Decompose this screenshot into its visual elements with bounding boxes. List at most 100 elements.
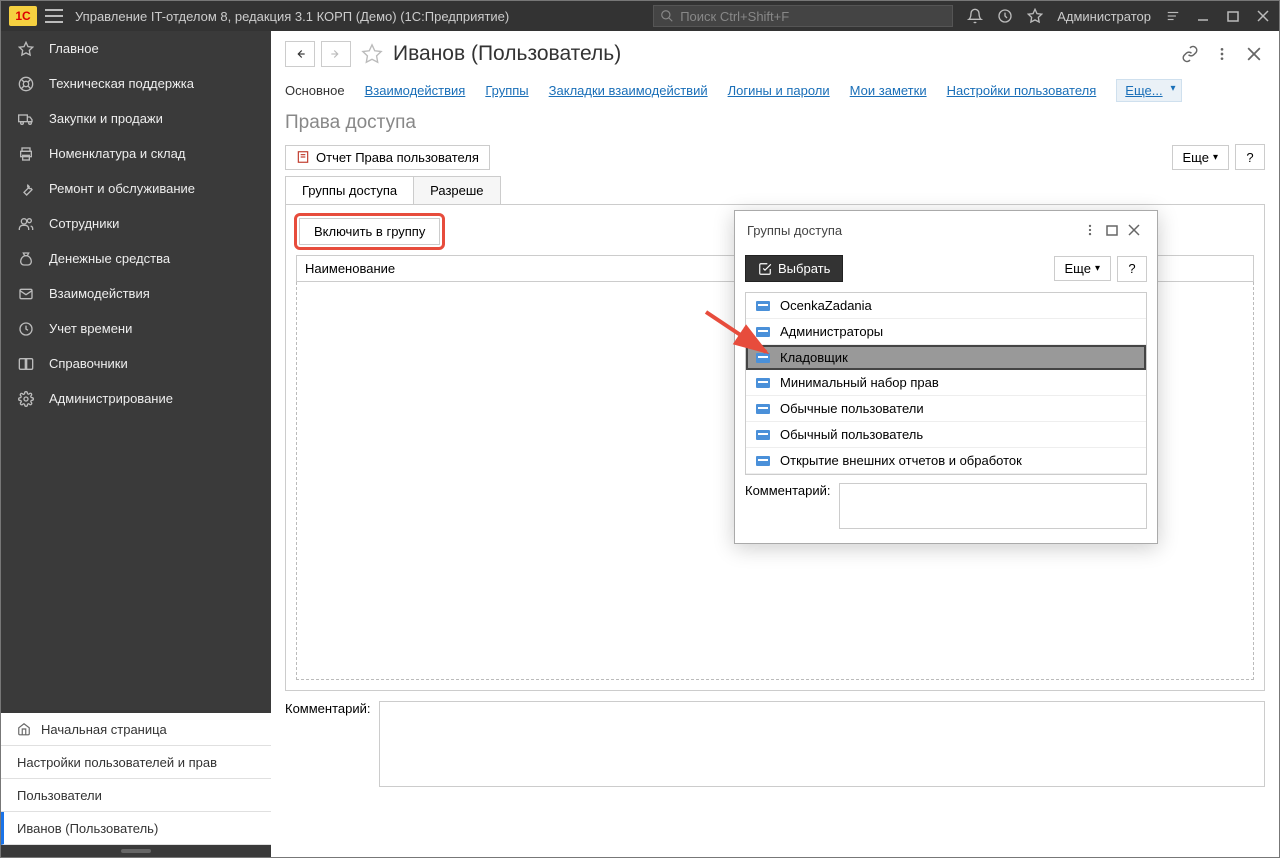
sidebar-item-7[interactable]: Взаимодействия bbox=[1, 276, 271, 311]
more-button[interactable]: Еще▾ bbox=[1172, 145, 1229, 170]
group-icon bbox=[756, 353, 770, 363]
page-toolbar: Иванов (Пользователь) bbox=[271, 31, 1279, 77]
moneybag-icon bbox=[17, 250, 35, 268]
maximize-icon[interactable] bbox=[1225, 8, 1241, 24]
dialog-help-button[interactable]: ? bbox=[1117, 256, 1147, 282]
wrench-icon bbox=[17, 180, 35, 198]
sidebar-item-8[interactable]: Учет времени bbox=[1, 311, 271, 346]
global-search[interactable]: Поиск Ctrl+Shift+F bbox=[653, 5, 953, 27]
sidebar-bottom-2[interactable]: Пользователи bbox=[1, 779, 271, 812]
nav-label: Администрирование bbox=[49, 391, 173, 406]
dialog-title: Группы доступа bbox=[747, 223, 1079, 238]
printer-icon bbox=[17, 145, 35, 163]
nav-label: Техническая поддержка bbox=[49, 76, 194, 91]
home-icon bbox=[17, 722, 31, 736]
dialog-more-button[interactable]: Еще▾ bbox=[1054, 256, 1111, 281]
dialog-maximize-icon[interactable] bbox=[1101, 219, 1123, 241]
user-name[interactable]: Администратор bbox=[1057, 9, 1151, 24]
nav-label: Главное bbox=[49, 41, 99, 56]
sidebar-bottom-3[interactable]: Иванов (Пользователь) bbox=[1, 812, 271, 845]
menu-icon[interactable] bbox=[45, 9, 63, 23]
app-title: Управление IT-отделом 8, редакция 3.1 КО… bbox=[75, 9, 509, 24]
subnav-1[interactable]: Взаимодействия bbox=[365, 83, 466, 98]
sidebar-item-0[interactable]: Главное bbox=[1, 31, 271, 66]
nav-label: Взаимодействия bbox=[49, 286, 150, 301]
report-icon bbox=[296, 150, 310, 164]
group-row-0[interactable]: OcenkaZadania bbox=[746, 293, 1146, 319]
group-icon bbox=[756, 378, 770, 388]
group-row-3[interactable]: Минимальный набор прав bbox=[746, 370, 1146, 396]
dialog-comment-textarea[interactable] bbox=[839, 483, 1148, 529]
section-title: Права доступа bbox=[271, 112, 1279, 142]
dialog-comment-label: Комментарий: bbox=[745, 483, 831, 498]
report-button[interactable]: Отчет Права пользователя bbox=[285, 145, 490, 170]
sidebar-resize-grip[interactable] bbox=[1, 845, 271, 857]
close-icon[interactable] bbox=[1255, 8, 1271, 24]
subnav-more[interactable]: Еще... bbox=[1116, 79, 1181, 102]
back-button[interactable] bbox=[285, 41, 315, 67]
subnav-4[interactable]: Логины и пароли bbox=[728, 83, 830, 98]
bell-icon[interactable] bbox=[967, 8, 983, 24]
gear-icon bbox=[17, 390, 35, 408]
sidebar-item-3[interactable]: Номенклатура и склад bbox=[1, 136, 271, 171]
star-icon[interactable] bbox=[1027, 8, 1043, 24]
nav-label: Денежные средства bbox=[49, 251, 170, 266]
group-icon bbox=[756, 327, 770, 337]
envelope-icon bbox=[17, 285, 35, 303]
group-icon bbox=[756, 301, 770, 311]
sidebar-item-10[interactable]: Администрирование bbox=[1, 381, 271, 416]
highlight-annotation: Включить в группу bbox=[294, 213, 445, 250]
forward-button[interactable] bbox=[321, 41, 351, 67]
group-row-5[interactable]: Обычный пользователь bbox=[746, 422, 1146, 448]
subnav-2[interactable]: Группы bbox=[485, 83, 528, 98]
group-row-1[interactable]: Администраторы bbox=[746, 319, 1146, 345]
sidebar-item-9[interactable]: Справочники bbox=[1, 346, 271, 381]
clock-icon bbox=[17, 320, 35, 338]
groups-dialog: Группы доступа Выбрать Еще▾ ? OcenkaZada… bbox=[734, 210, 1158, 544]
group-row-2[interactable]: Кладовщик bbox=[746, 345, 1146, 370]
minimize-icon[interactable] bbox=[1195, 8, 1211, 24]
favorite-star-icon[interactable] bbox=[361, 43, 383, 65]
subnav-5[interactable]: Мои заметки bbox=[850, 83, 927, 98]
report-button-label: Отчет Права пользователя bbox=[316, 150, 479, 165]
link-icon[interactable] bbox=[1179, 43, 1201, 65]
sidebar-item-5[interactable]: Сотрудники bbox=[1, 206, 271, 241]
group-row-4[interactable]: Обычные пользователи bbox=[746, 396, 1146, 422]
titlebar: 1C Управление IT-отделом 8, редакция 3.1… bbox=[1, 1, 1279, 31]
sidebar-item-2[interactable]: Закупки и продажи bbox=[1, 101, 271, 136]
page-title: Иванов (Пользователь) bbox=[393, 42, 621, 66]
subnav-3[interactable]: Закладки взаимодействий bbox=[549, 83, 708, 98]
comment-label: Комментарий: bbox=[285, 701, 371, 716]
nav-label: Закупки и продажи bbox=[49, 111, 163, 126]
history-icon[interactable] bbox=[997, 8, 1013, 24]
kebab-menu-icon[interactable] bbox=[1211, 43, 1233, 65]
tab-groups[interactable]: Группы доступа bbox=[285, 176, 414, 204]
help-button[interactable]: ? bbox=[1235, 144, 1265, 170]
include-in-group-button[interactable]: Включить в группу bbox=[299, 218, 440, 245]
tab-roles[interactable]: Разреше bbox=[413, 176, 500, 204]
group-row-6[interactable]: Открытие внешних отчетов и обработок bbox=[746, 448, 1146, 474]
sidebar-item-1[interactable]: Техническая поддержка bbox=[1, 66, 271, 101]
book-icon bbox=[17, 355, 35, 373]
group-icon bbox=[756, 404, 770, 414]
sidebar-item-4[interactable]: Ремонт и обслуживание bbox=[1, 171, 271, 206]
subnav: Основное Взаимодействия Группы Закладки вза… bbox=[271, 77, 1279, 112]
nav-label: Ремонт и обслуживание bbox=[49, 181, 195, 196]
sidebar-item-6[interactable]: Денежные средства bbox=[1, 241, 271, 276]
subnav-0[interactable]: Основное bbox=[285, 83, 345, 98]
sidebar: Главное Техническая поддержка Закупки и пр… bbox=[1, 31, 271, 857]
close-page-icon[interactable] bbox=[1243, 43, 1265, 65]
sidebar-bottom-1[interactable]: Настройки пользователей и прав bbox=[1, 746, 271, 779]
search-placeholder: Поиск Ctrl+Shift+F bbox=[680, 9, 789, 24]
sidebar-bottom-0[interactable]: Начальная страница bbox=[1, 713, 271, 746]
comment-textarea[interactable] bbox=[379, 701, 1266, 787]
content-area: Иванов (Пользователь) Основное Взаимодейс… bbox=[271, 31, 1279, 857]
dialog-list[interactable]: OcenkaZadaniaАдминистраторыКладовщикМини… bbox=[745, 292, 1147, 475]
search-icon bbox=[660, 9, 674, 23]
settings-lines-icon[interactable] bbox=[1165, 8, 1181, 24]
select-button[interactable]: Выбрать bbox=[745, 255, 843, 282]
nav-label: Справочники bbox=[49, 356, 128, 371]
dialog-kebab-icon[interactable] bbox=[1079, 219, 1101, 241]
dialog-close-icon[interactable] bbox=[1123, 219, 1145, 241]
subnav-6[interactable]: Настройки пользователя bbox=[947, 83, 1097, 98]
